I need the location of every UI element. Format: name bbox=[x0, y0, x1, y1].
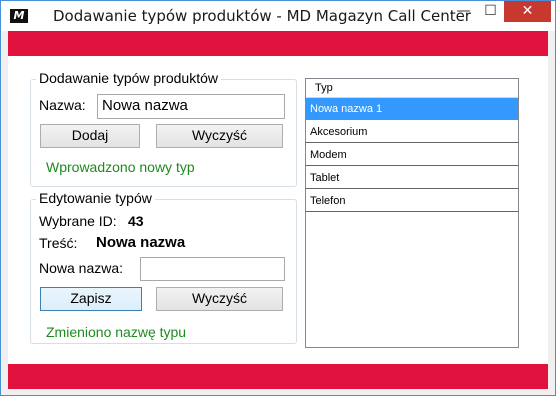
edit-clear-button[interactable]: Wyczyść bbox=[156, 287, 283, 311]
list-item[interactable]: Telefon bbox=[306, 190, 518, 212]
content-label: Treść: bbox=[39, 235, 78, 251]
add-status-text: Wprowadzono nowy typ bbox=[46, 159, 195, 175]
bottom-accent-band bbox=[8, 364, 548, 389]
title-bar[interactable]: M Dodawanie typów produktów - MD Magazyn… bbox=[0, 0, 556, 31]
minimize-button[interactable]: — bbox=[450, 1, 477, 22]
close-button[interactable]: ✕ bbox=[504, 1, 551, 22]
new-name-label: Nowa nazwa: bbox=[39, 260, 124, 276]
name-input[interactable]: Nowa nazwa bbox=[97, 94, 285, 119]
list-item[interactable]: Nowa nazwa 1 bbox=[306, 98, 518, 120]
new-name-input[interactable] bbox=[140, 257, 285, 281]
list-item[interactable]: Modem bbox=[306, 144, 518, 166]
save-button[interactable]: Zapisz bbox=[40, 287, 142, 311]
maximize-button[interactable]: ☐ bbox=[477, 1, 504, 22]
top-accent-band bbox=[8, 31, 548, 56]
add-button[interactable]: Dodaj bbox=[40, 124, 140, 148]
edit-type-legend: Edytowanie typów bbox=[36, 190, 155, 206]
window-title: Dodawanie typów produktów - MD Magazyn C… bbox=[53, 7, 471, 25]
list-item[interactable]: Akcesorium bbox=[306, 121, 518, 143]
types-listview[interactable]: Typ Nowa nazwa 1 Akcesorium Modem Tablet… bbox=[305, 78, 519, 348]
list-item[interactable]: Tablet bbox=[306, 167, 518, 189]
content-value: Nowa nazwa bbox=[96, 234, 186, 251]
app-logo-icon: M bbox=[10, 9, 28, 23]
edit-status-text: Zmieniono nazwę typu bbox=[46, 324, 187, 340]
add-clear-button[interactable]: Wyczyść bbox=[156, 124, 283, 148]
selected-id-label: Wybrane ID: bbox=[39, 213, 117, 229]
add-type-legend: Dodawanie typów produktów bbox=[36, 70, 221, 86]
selected-id-value: 43 bbox=[128, 213, 144, 229]
name-label: Nazwa: bbox=[39, 97, 86, 113]
type-column-header[interactable]: Typ bbox=[306, 79, 518, 98]
